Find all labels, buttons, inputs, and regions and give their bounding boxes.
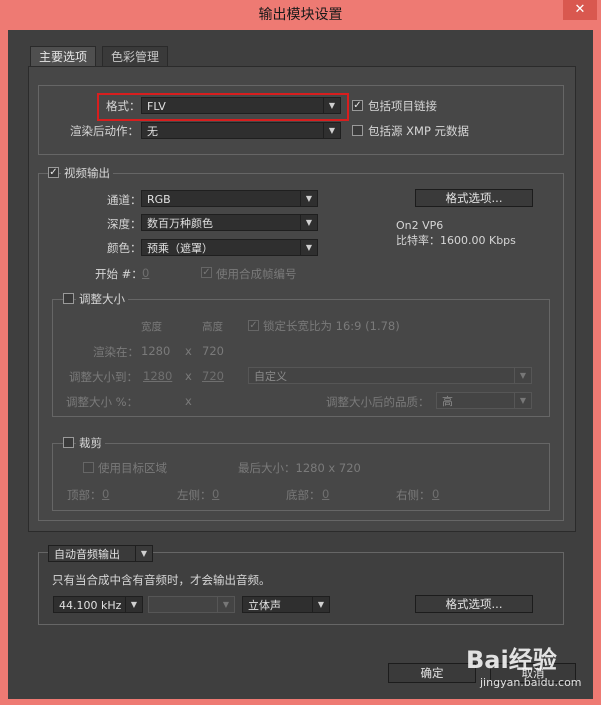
render-at-label: 渲染在： — [93, 345, 139, 359]
channels-value: RGB — [147, 193, 171, 206]
audio-depth-select[interactable]: ▼ — [148, 596, 235, 613]
chevron-down-icon: ▼ — [300, 240, 317, 255]
video-output-checkbox[interactable]: ✓ — [48, 167, 59, 178]
chevron-down-icon: ▼ — [300, 215, 317, 230]
crop-top-value[interactable]: 0 — [102, 487, 109, 501]
render-height: 720 — [202, 344, 224, 358]
ok-button[interactable]: 确定 — [388, 663, 476, 683]
crop-right-value[interactable]: 0 — [432, 487, 439, 501]
watermark-url: jingyan.baidu.com — [480, 676, 582, 689]
include-project-link-checkbox[interactable]: ✓ — [352, 100, 363, 111]
resize-quality-select[interactable]: 高 ▼ — [436, 392, 532, 409]
resize-height[interactable]: 720 — [202, 369, 224, 383]
watermark-brand: Bai经验 — [466, 646, 557, 674]
audio-format-options-button[interactable]: 格式选项... — [415, 595, 533, 613]
resize-pct-x: x — [185, 394, 192, 408]
lock-aspect-checkbox[interactable]: ✓ — [248, 320, 259, 331]
channels-label: 通道： — [107, 193, 142, 207]
channels-select[interactable]: RGB ▼ — [141, 190, 318, 207]
render-width: 1280 — [141, 344, 171, 358]
depth-select[interactable]: 数百万种颜色 ▼ — [141, 214, 318, 231]
post-render-select[interactable]: 无 ▼ — [141, 122, 341, 139]
audio-mode-value: 自动音频输出 — [54, 548, 120, 561]
audio-channels-value: 立体声 — [248, 599, 281, 612]
chevron-down-icon: ▼ — [323, 98, 340, 113]
sample-rate-value: 44.100 kHz — [59, 599, 122, 612]
chevron-down-icon: ▼ — [514, 393, 531, 408]
tab-color-management[interactable]: 色彩管理 — [102, 46, 169, 67]
width-header: 宽度 — [141, 321, 162, 333]
resize-preset-value: 自定义 — [254, 370, 287, 383]
crop-checkbox[interactable] — [63, 437, 74, 448]
window-frame-left — [0, 30, 8, 705]
codec-info: On2 VP6 — [396, 219, 444, 232]
chevron-down-icon: ▼ — [125, 597, 142, 612]
resize-title: 调整大小 — [76, 291, 128, 307]
format-select[interactable]: FLV ▼ — [141, 97, 341, 114]
tab-main-options[interactable]: 主要选项 — [30, 46, 97, 67]
close-button[interactable]: ✕ — [563, 0, 597, 20]
start-label: 开始 #： — [95, 267, 143, 281]
sample-rate-select[interactable]: 44.100 kHz ▼ — [53, 596, 143, 613]
crop-left-label: 左侧： — [177, 488, 212, 502]
chevron-down-icon: ▼ — [312, 597, 329, 612]
resize-preset-select[interactable]: 自定义 ▼ — [248, 367, 532, 384]
chevron-down-icon: ▼ — [217, 597, 234, 612]
crop-left-value[interactable]: 0 — [212, 487, 219, 501]
audio-note: 只有当合成中含有音频时，才会输出音频。 — [52, 573, 271, 587]
render-x: x — [185, 344, 192, 358]
crop-right-label: 右侧： — [396, 488, 431, 502]
video-output-title: 视频输出 — [61, 165, 113, 181]
depth-label: 深度： — [107, 217, 142, 231]
use-roi-checkbox[interactable] — [83, 462, 94, 473]
post-render-label: 渲染后动作： — [70, 124, 139, 138]
use-roi-label: 使用目标区域 — [98, 461, 167, 475]
final-size-label: 最后大小：1280 x 720 — [238, 461, 361, 475]
chevron-down-icon: ▼ — [135, 546, 152, 561]
include-project-link-label: 包括项目链接 — [368, 99, 437, 113]
resize-to-label: 调整大小到： — [69, 370, 138, 384]
color-label: 颜色： — [107, 241, 142, 255]
video-format-options-button[interactable]: 格式选项... — [415, 189, 533, 207]
format-value: FLV — [147, 100, 166, 113]
resize-percent-label: 调整大小 %： — [66, 395, 139, 409]
depth-value: 数百万种颜色 — [147, 217, 213, 230]
lock-aspect-label: 锁定长宽比为 16:9 (1.78) — [263, 319, 400, 333]
start-value[interactable]: 0 — [142, 266, 149, 280]
chevron-down-icon: ▼ — [323, 123, 340, 138]
resize-quality-label: 调整大小后的品质： — [326, 395, 430, 409]
include-source-xmp-checkbox[interactable] — [352, 125, 363, 136]
crop-top-label: 顶部： — [67, 488, 102, 502]
crop-title: 裁剪 — [76, 435, 105, 451]
crop-bottom-value[interactable]: 0 — [322, 487, 329, 501]
resize-x: x — [185, 369, 192, 383]
chevron-down-icon: ▼ — [300, 191, 317, 206]
resize-width[interactable]: 1280 — [143, 369, 172, 383]
window-title: 输出模块设置 — [0, 0, 601, 30]
post-render-value: 无 — [147, 125, 158, 138]
close-icon: ✕ — [574, 2, 586, 17]
audio-mode-select[interactable]: 自动音频输出 ▼ — [48, 545, 153, 562]
bitrate-info: 比特率：1600.00 Kbps — [396, 234, 516, 247]
use-comp-frame-label: 使用合成帧编号 — [216, 267, 297, 281]
height-header: 高度 — [202, 321, 223, 333]
use-comp-frame-checkbox[interactable]: ✓ — [201, 267, 212, 278]
chevron-down-icon: ▼ — [514, 368, 531, 383]
crop-bottom-label: 底部： — [286, 488, 321, 502]
color-value: 预乘（遮罩） — [147, 242, 213, 255]
color-select[interactable]: 预乘（遮罩） ▼ — [141, 239, 318, 256]
resize-checkbox[interactable] — [63, 293, 74, 304]
include-source-xmp-label: 包括源 XMP 元数据 — [368, 124, 470, 138]
audio-channels-select[interactable]: 立体声 ▼ — [242, 596, 330, 613]
window-frame-right — [593, 30, 601, 705]
resize-quality-value: 高 — [442, 395, 453, 408]
window-frame-bottom — [0, 699, 601, 705]
